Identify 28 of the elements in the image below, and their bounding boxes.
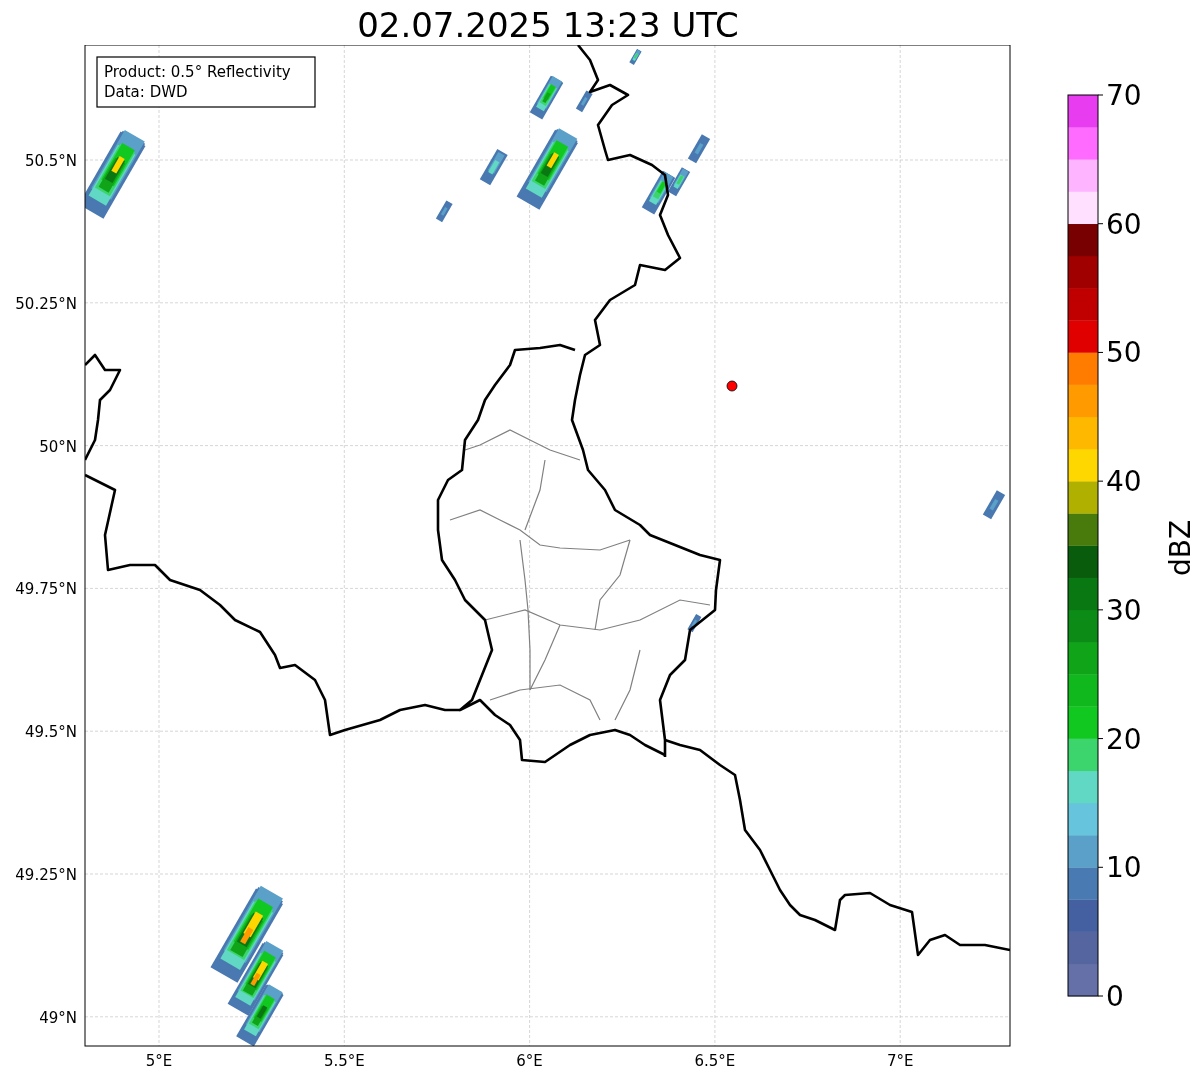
longitude-label: 7°E — [886, 1052, 914, 1070]
station-marker — [726, 380, 738, 392]
product-label: Product: 0.5° Reflectivity — [104, 63, 291, 81]
colorbar-tick-label: 60 — [1106, 207, 1142, 241]
colorbar-tick-label: 70 — [1106, 79, 1142, 112]
latitude-label: 49°N — [39, 1008, 77, 1027]
precipitation-echo — [629, 48, 642, 65]
colorbar-tick-label: 50 — [1106, 336, 1142, 370]
chart-title: 02.07.2025 13:23 UTC — [356, 4, 740, 45]
latitude-label: 50.5°N — [24, 152, 77, 170]
colorbar-tick-label: 20 — [1106, 722, 1142, 756]
colorbar-tick-label: 30 — [1106, 593, 1142, 627]
data-source-label: Data: DWD — [104, 83, 188, 101]
colorbar-tick-label: 10 — [1106, 851, 1142, 885]
colorbar-tick-label: 40 — [1106, 465, 1142, 499]
longitude-label: 5.5°E — [323, 1052, 365, 1070]
latitude-label: 49.75°N — [15, 580, 77, 599]
latitude-label: 49.5°N — [24, 723, 77, 742]
latitude-label: 50°N — [39, 437, 77, 456]
longitude-label: 6°E — [516, 1052, 543, 1070]
colorbar-tick-label: 0 — [1106, 980, 1124, 1013]
precipitation-echo — [687, 614, 702, 633]
longitude-label: 6.5°E — [694, 1052, 736, 1070]
latitude-label: 49.25°N — [15, 866, 77, 884]
latitude-label: 50.25°N — [15, 294, 77, 313]
colorbar-label: dBZ — [1164, 519, 1197, 577]
district-border — [614, 649, 641, 721]
longitude-label: 5°E — [145, 1052, 173, 1070]
